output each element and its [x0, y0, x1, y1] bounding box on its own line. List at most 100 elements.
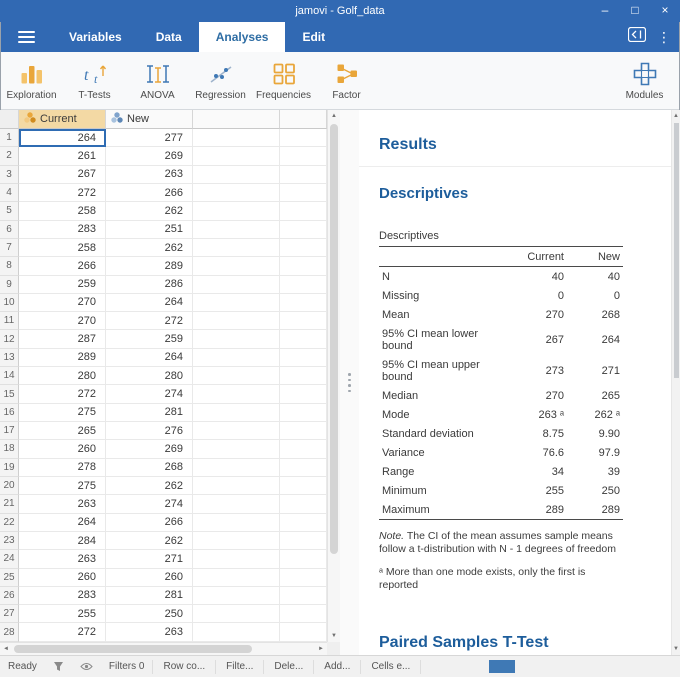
data-cell[interactable]	[280, 586, 327, 606]
row-number[interactable]: 24	[0, 550, 19, 569]
data-cell[interactable]: 264	[19, 513, 106, 532]
data-cell[interactable]: 284	[19, 531, 106, 551]
data-cell[interactable]	[193, 403, 280, 422]
data-cell[interactable]: 264	[19, 129, 106, 148]
data-cell[interactable]: 261	[19, 147, 106, 166]
data-cell[interactable]: 280	[19, 367, 106, 386]
data-cell[interactable]: 266	[19, 257, 106, 276]
data-cell[interactable]	[193, 531, 280, 551]
data-cell[interactable]: 289	[19, 348, 106, 368]
status-button[interactable]: Row co...	[152, 659, 215, 674]
data-cell[interactable]	[193, 495, 280, 514]
sheet-vscroll-thumb[interactable]	[330, 124, 338, 554]
data-cell[interactable]: 259	[106, 330, 193, 349]
data-cell[interactable]	[280, 183, 327, 203]
data-cell[interactable]	[280, 458, 327, 477]
column-header-current[interactable]: Current	[19, 110, 106, 129]
data-cell[interactable]: 263	[106, 623, 193, 642]
data-cell[interactable]	[193, 623, 280, 642]
data-cell[interactable]	[193, 147, 280, 166]
data-cell[interactable]	[193, 422, 280, 441]
data-cell[interactable]	[193, 183, 280, 203]
data-cell[interactable]	[193, 165, 280, 184]
status-button[interactable]: Dele...	[263, 659, 313, 674]
data-cell[interactable]	[280, 129, 327, 148]
data-cell[interactable]: 281	[106, 403, 193, 422]
data-cell[interactable]	[280, 550, 327, 569]
ribbon-regression-button[interactable]: Regression	[189, 52, 252, 109]
row-number[interactable]: 10	[0, 293, 19, 313]
data-cell[interactable]: 278	[19, 458, 106, 477]
data-cell[interactable]: 260	[19, 568, 106, 587]
data-cell[interactable]	[280, 220, 327, 239]
row-number[interactable]: 7	[0, 238, 19, 258]
data-cell[interactable]	[193, 385, 280, 404]
row-number[interactable]: 3	[0, 165, 19, 184]
data-cell[interactable]: 276	[106, 422, 193, 441]
row-number[interactable]: 1	[0, 129, 19, 148]
data-cell[interactable]: 272	[106, 312, 193, 331]
row-number[interactable]: 12	[0, 330, 19, 349]
hamburger-menu-icon[interactable]	[0, 22, 52, 52]
data-cell[interactable]: 277	[106, 129, 193, 148]
tab-edit[interactable]: Edit	[285, 22, 342, 52]
ribbon-exploration-button[interactable]: Exploration	[0, 52, 63, 109]
data-cell[interactable]	[193, 440, 280, 459]
data-cell[interactable]: 263	[19, 550, 106, 569]
scroll-right-icon[interactable]: ►	[315, 643, 327, 655]
sheet-vertical-scrollbar[interactable]: ▲ ▼	[327, 110, 340, 642]
data-cell[interactable]: 269	[106, 147, 193, 166]
data-cell[interactable]: 260	[19, 440, 106, 459]
scroll-left-icon[interactable]: ◄	[0, 643, 12, 655]
row-number[interactable]: 9	[0, 275, 19, 294]
descriptives-table[interactable]: Current New N 40 40 Missing 0 0 Mean 270 268 95% C…	[379, 246, 623, 520]
data-cell[interactable]	[280, 440, 327, 459]
filter-icon[interactable]	[45, 661, 72, 672]
data-cell[interactable]	[193, 568, 280, 587]
data-cell[interactable]	[193, 238, 280, 258]
data-cell[interactable]	[280, 275, 327, 294]
data-cell[interactable]	[193, 129, 280, 148]
data-cell[interactable]: 269	[106, 440, 193, 459]
data-cell[interactable]	[280, 476, 327, 496]
results-scroll-down-icon[interactable]: ▼	[672, 643, 680, 655]
paired-samples-heading[interactable]: Paired Samples T-Test	[379, 634, 654, 652]
column-header-empty[interactable]	[193, 110, 280, 129]
row-number[interactable]: 21	[0, 495, 19, 514]
data-cell[interactable]	[193, 257, 280, 276]
data-cell[interactable]	[280, 531, 327, 551]
modules-button[interactable]: Modules	[613, 52, 676, 109]
kebab-menu-icon[interactable]: ⋮	[657, 30, 671, 44]
row-number[interactable]: 11	[0, 312, 19, 331]
results-scrollbar[interactable]: ▲ ▼	[671, 110, 680, 655]
data-cell[interactable]	[280, 330, 327, 349]
tab-analyses[interactable]: Analyses	[198, 22, 286, 52]
data-cell[interactable]	[193, 458, 280, 477]
data-cell[interactable]: 268	[106, 458, 193, 477]
data-cell[interactable]: 275	[19, 476, 106, 496]
data-cell[interactable]: 274	[106, 495, 193, 514]
data-cell[interactable]: 258	[19, 238, 106, 258]
row-number[interactable]: 13	[0, 348, 19, 368]
data-cell[interactable]: 275	[19, 403, 106, 422]
data-cell[interactable]	[280, 165, 327, 184]
row-number[interactable]: 8	[0, 257, 19, 276]
data-cell[interactable]: 264	[106, 293, 193, 313]
results-scroll-thumb[interactable]	[673, 123, 679, 378]
data-cell[interactable]	[280, 312, 327, 331]
ribbon-ttests-button[interactable]: t t T-Tests	[63, 52, 126, 109]
data-cell[interactable]: 262	[106, 238, 193, 258]
data-cell[interactable]: 286	[106, 275, 193, 294]
column-header-new[interactable]: New	[106, 110, 193, 129]
data-cell[interactable]	[280, 348, 327, 368]
sheet-horizontal-scrollbar[interactable]: ◄ ►	[0, 642, 327, 655]
data-cell[interactable]: 255	[19, 605, 106, 624]
row-number[interactable]: 25	[0, 568, 19, 587]
data-cell[interactable]: 263	[106, 165, 193, 184]
data-cell[interactable]: 271	[106, 550, 193, 569]
data-cell[interactable]: 250	[106, 605, 193, 624]
data-cell[interactable]: 272	[19, 385, 106, 404]
scroll-up-icon[interactable]: ▲	[328, 110, 340, 122]
data-cell[interactable]	[193, 293, 280, 313]
status-button[interactable]: Add...	[313, 659, 360, 674]
